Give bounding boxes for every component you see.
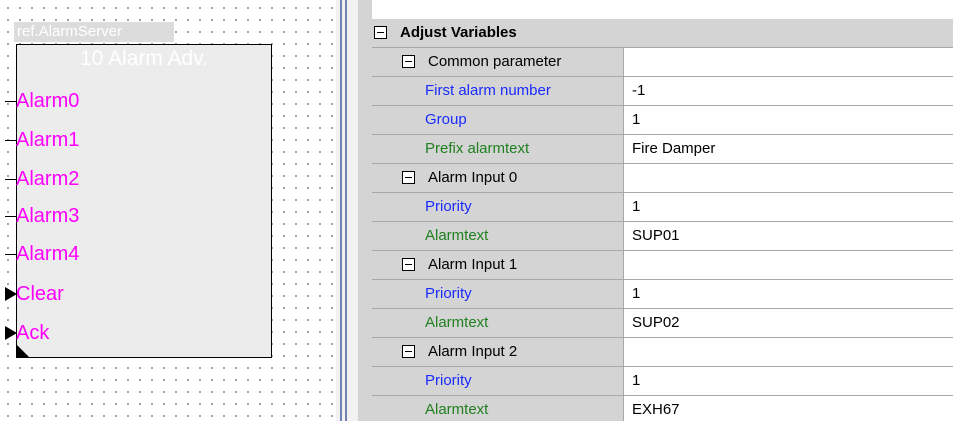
column-divider[interactable] <box>623 48 624 77</box>
property-name-cell: Alarmtext <box>372 396 623 421</box>
pin-connector-alarm4[interactable] <box>5 254 16 255</box>
column-divider[interactable] <box>623 251 624 280</box>
column-divider[interactable] <box>623 77 624 106</box>
pin-label-alarm2[interactable]: Alarm2 <box>16 168 79 190</box>
property-value-field[interactable]: -1 <box>624 77 953 105</box>
block-title: 10 Alarm Adv. <box>79 47 208 70</box>
pin-label-alarm4[interactable]: Alarm4 <box>16 243 79 265</box>
property-name-cell: Prefix alarmtext <box>372 135 623 163</box>
section-name-cell: Common parameter <box>372 48 623 76</box>
pin-connector-alarm3[interactable] <box>5 216 16 217</box>
property-label: Priority <box>425 372 472 389</box>
column-divider[interactable] <box>623 396 624 421</box>
property-row[interactable]: Priority 1 <box>372 280 953 309</box>
column-divider[interactable] <box>623 106 624 135</box>
diagram-canvas[interactable]: ref.AlarmServer 10 Alarm Adv. Alarm0 Alar… <box>0 0 336 421</box>
property-label: Alarmtext <box>425 314 489 331</box>
column-divider[interactable] <box>623 164 624 193</box>
property-name-cell: Group <box>372 106 623 134</box>
property-row[interactable]: Alarmtext SUP01 <box>372 222 953 251</box>
section-label: Alarm Input 2 <box>428 343 518 360</box>
column-divider[interactable] <box>623 135 624 164</box>
property-value-field[interactable]: 1 <box>624 106 953 134</box>
property-value-field[interactable]: SUP01 <box>624 222 953 250</box>
property-name-cell: Priority <box>372 367 623 395</box>
property-label: Prefix alarmtext <box>425 140 530 157</box>
property-label: First alarm number <box>425 82 551 99</box>
section-name-cell: Alarm Input 1 <box>372 251 623 279</box>
property-row[interactable]: Priority 1 <box>372 367 953 396</box>
property-row[interactable]: Priority 1 <box>372 193 953 222</box>
section-label: Alarm Input 1 <box>428 256 518 273</box>
panel-splitter[interactable] <box>336 0 358 421</box>
section-name-cell: Alarm Input 0 <box>372 164 623 192</box>
section-row[interactable]: Common parameter <box>372 48 953 77</box>
property-row[interactable]: First alarm number -1 <box>372 77 953 106</box>
grid-gutter <box>358 0 372 421</box>
category-header: Adjust Variables <box>372 19 953 47</box>
pin-connector-alarm0[interactable] <box>5 101 16 102</box>
pin-label-alarm3[interactable]: Alarm3 <box>16 205 79 227</box>
column-divider[interactable] <box>623 222 624 251</box>
pin-connector-alarm2[interactable] <box>5 179 16 180</box>
property-label: Alarmtext <box>425 227 489 244</box>
category-row-adjust-variables[interactable]: Adjust Variables <box>372 19 953 48</box>
property-row[interactable]: Alarmtext EXH67 <box>372 396 953 421</box>
section-value-cell <box>624 338 953 366</box>
grid-top-strip <box>623 0 953 14</box>
property-label: Priority <box>425 285 472 302</box>
property-row[interactable]: Group 1 <box>372 106 953 135</box>
splitter-bar <box>345 0 347 421</box>
block-reference-label: ref.AlarmServer <box>14 22 174 42</box>
section-row[interactable]: Alarm Input 0 <box>372 164 953 193</box>
property-value-field[interactable]: EXH67 <box>624 396 953 421</box>
section-label: Alarm Input 0 <box>428 169 518 186</box>
collapse-toggle-icon[interactable] <box>402 345 415 358</box>
property-name-cell: Alarmtext <box>372 222 623 250</box>
property-name-cell: Priority <box>372 193 623 221</box>
splitter-bar <box>340 0 342 421</box>
property-value-field[interactable]: Fire Damper <box>624 135 953 163</box>
property-value-field[interactable]: SUP02 <box>624 309 953 337</box>
section-value-cell <box>624 48 953 76</box>
property-label: Alarmtext <box>425 401 489 418</box>
property-name-cell: First alarm number <box>372 77 623 105</box>
section-label: Common parameter <box>428 53 562 70</box>
property-row[interactable]: Alarmtext SUP02 <box>372 309 953 338</box>
property-label: Group <box>425 111 467 128</box>
property-name-cell: Alarmtext <box>372 309 623 337</box>
section-row[interactable]: Alarm Input 1 <box>372 251 953 280</box>
pin-label-ack[interactable]: Ack <box>16 322 49 344</box>
collapse-toggle-icon[interactable] <box>402 258 415 271</box>
property-value-field[interactable]: 1 <box>624 280 953 308</box>
column-divider[interactable] <box>623 367 624 396</box>
column-divider[interactable] <box>623 309 624 338</box>
property-value-field[interactable]: 1 <box>624 367 953 395</box>
pin-label-alarm1[interactable]: Alarm1 <box>16 129 79 151</box>
section-value-cell <box>624 164 953 192</box>
column-divider[interactable] <box>623 338 624 367</box>
pin-label-alarm0[interactable]: Alarm0 <box>16 90 79 112</box>
pin-connector-alarm1[interactable] <box>5 140 16 141</box>
property-value-field[interactable]: 1 <box>624 193 953 221</box>
collapse-toggle-icon[interactable] <box>402 55 415 68</box>
collapse-toggle-icon[interactable] <box>374 26 387 39</box>
corner-marker-icon <box>17 345 29 357</box>
property-row[interactable]: Prefix alarmtext Fire Damper <box>372 135 953 164</box>
section-row[interactable]: Alarm Input 2 <box>372 338 953 367</box>
column-divider[interactable] <box>623 193 624 222</box>
property-name-cell: Priority <box>372 280 623 308</box>
section-name-cell: Alarm Input 2 <box>372 338 623 366</box>
category-label: Adjust Variables <box>400 24 517 41</box>
column-divider[interactable] <box>623 280 624 309</box>
collapse-toggle-icon[interactable] <box>402 171 415 184</box>
pin-label-clear[interactable]: Clear <box>16 283 64 305</box>
section-value-cell <box>624 251 953 279</box>
property-grid: Adjust Variables Common parameter First al… <box>358 0 953 421</box>
property-label: Priority <box>425 198 472 215</box>
